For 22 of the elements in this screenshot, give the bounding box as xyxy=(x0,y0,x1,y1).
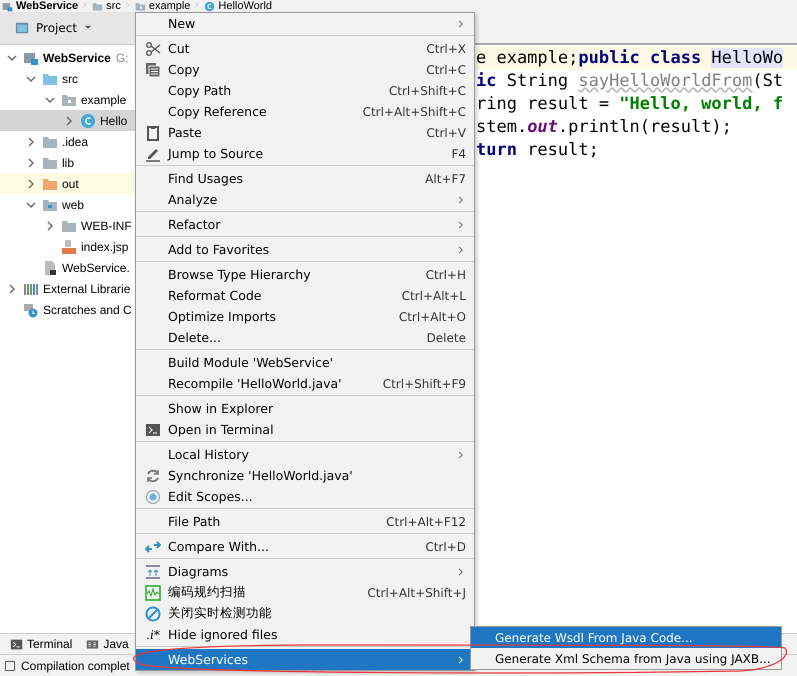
shortcut: F4 xyxy=(451,146,466,160)
shortcut: Ctrl+H xyxy=(426,268,466,282)
shortcut: Ctrl+Shift+F9 xyxy=(382,376,466,390)
code-line: stem.out.println(result); xyxy=(476,116,733,139)
shortcut: Ctrl+Alt+Shift+C xyxy=(362,104,466,118)
code-line: turn result; xyxy=(476,139,600,162)
shortcut: Alt+F7 xyxy=(425,172,466,186)
code-line: ic String sayHelloWorldFrom(St xyxy=(476,70,784,93)
shortcut: Ctrl+Alt+O xyxy=(398,310,466,324)
shortcut: Ctrl+V xyxy=(426,126,466,140)
shortcut: Ctrl+Shift+C xyxy=(388,84,466,98)
shortcut: Ctrl+Alt+F12 xyxy=(386,514,466,528)
shortcut: Delete xyxy=(426,330,466,344)
shortcut: Ctrl+C xyxy=(426,62,466,76)
regex-icon: .i* xyxy=(144,628,162,642)
shortcut: Ctrl+D xyxy=(425,540,466,554)
path-hint: G: xyxy=(116,50,128,64)
shortcut: Ctrl+Alt+L xyxy=(402,288,466,302)
code-line: ring result = "Hello, world, f xyxy=(476,93,784,116)
status-message: Compilation complet xyxy=(21,659,130,673)
shortcut: Ctrl+Alt+Shift+J xyxy=(367,586,466,600)
shortcut: Ctrl+X xyxy=(426,42,466,56)
